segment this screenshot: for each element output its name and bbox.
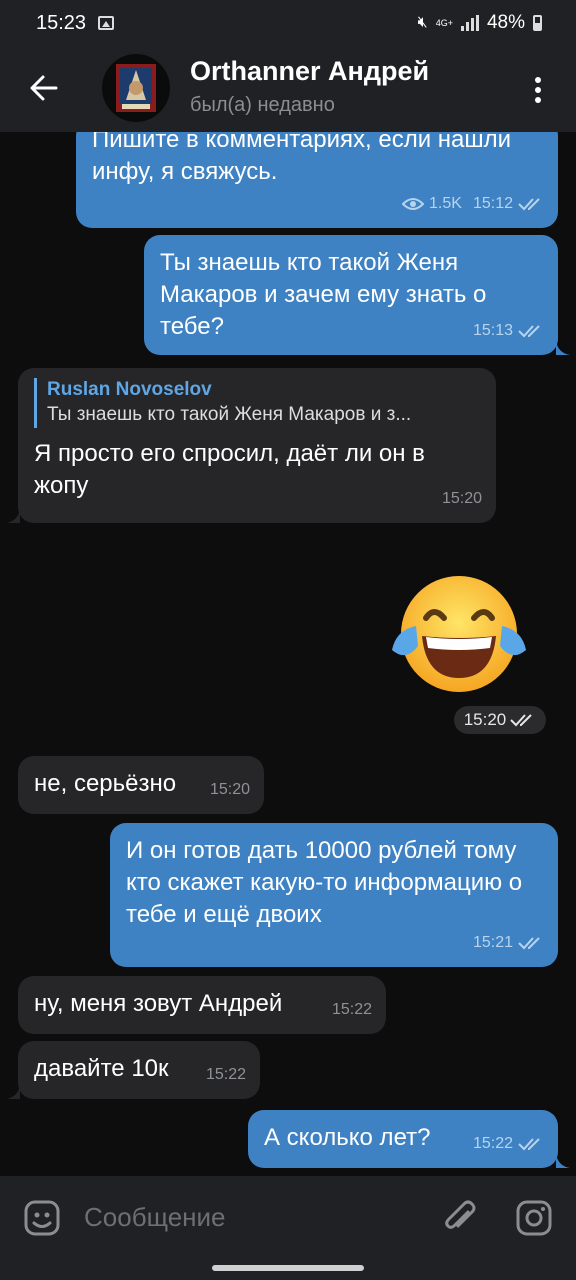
battery-percent: 48% (486, 12, 525, 33)
camera-icon[interactable] (514, 1198, 554, 1238)
signal-icon (460, 15, 479, 31)
message-incoming[interactable]: давайте 10к 15:22 (18, 1041, 260, 1099)
message-outgoing[interactable]: Пишите в комментариях, если нашли инфу, … (76, 132, 558, 228)
message-time: 15:22 (205, 1066, 246, 1083)
message-meta: 15:20 (442, 483, 482, 515)
bubble-tail (556, 341, 570, 355)
network-type-label: 4G+ (435, 17, 453, 28)
sticker-time-badge: 15:20 (454, 706, 546, 734)
avatar[interactable] (102, 54, 170, 122)
mute-icon: 🔇︎ (417, 14, 428, 31)
message-composer: Сообщение (0, 1176, 576, 1260)
message-meta: 15:22 (332, 994, 372, 1026)
image-notification-icon (98, 16, 114, 30)
message-text: Я просто его спросил, даёт ли он в жопу (34, 440, 425, 499)
message-time: 15:22 (331, 1001, 372, 1018)
chat-last-seen: был(а) недавно (190, 94, 335, 116)
message-incoming[interactable]: ну, меня зовут Андрей 15:22 (18, 976, 386, 1034)
system-navigation-bar (0, 1260, 576, 1280)
reply-author: Ruslan Novoselov (47, 379, 212, 400)
message-time: 15:13 (472, 322, 513, 339)
read-checkmarks-icon (518, 325, 540, 338)
message-time: 15:12 (472, 195, 513, 212)
message-time: 15:20 (463, 710, 507, 729)
message-incoming[interactable]: Ruslan Novoselov Ты знаешь кто такой Жен… (18, 368, 496, 523)
read-checkmarks-icon (518, 1138, 540, 1151)
message-time: 15:22 (472, 1135, 513, 1152)
chat-header: Orthanner Андрей был(а) недавно (0, 44, 576, 132)
reply-quote[interactable]: Ruslan Novoselov Ты знаешь кто такой Жен… (34, 378, 480, 428)
bubble-tail (556, 1154, 570, 1168)
back-arrow-icon[interactable] (24, 68, 64, 108)
emoji-sticker[interactable] (386, 570, 532, 698)
emoji-icon[interactable] (22, 1198, 62, 1238)
status-time: 15:23 (36, 12, 87, 34)
attach-paperclip-icon[interactable] (440, 1198, 480, 1238)
status-bar: 15:23 🔇︎ 4G+ 48% (0, 0, 576, 44)
message-text: Пишите в комментариях, если нашли инфу, … (92, 132, 512, 185)
message-meta: 15:22 (206, 1059, 246, 1091)
more-options-icon[interactable] (526, 70, 550, 110)
message-meta: 15:20 (210, 774, 250, 806)
message-meta: 15:22 (473, 1128, 544, 1160)
read-checkmarks-icon (510, 714, 532, 727)
message-input[interactable]: Сообщение (84, 1202, 226, 1233)
bubble-tail (6, 509, 20, 523)
views-eye-icon (402, 198, 425, 210)
message-outgoing[interactable]: А сколько лет? 15:22 (248, 1110, 558, 1168)
message-time: 15:20 (441, 490, 482, 507)
message-text: И он готов дать 10000 рублей тому кто ск… (126, 837, 523, 928)
message-incoming[interactable]: не, серьёзно 15:20 (18, 756, 264, 814)
message-list[interactable]: Пишите в комментариях, если нашли инфу, … (0, 132, 576, 1176)
read-checkmarks-icon (518, 198, 540, 211)
message-time: 15:20 (209, 781, 250, 798)
message-time: 15:21 (472, 934, 513, 951)
status-icons: 🔇︎ 4G+ 48% (418, 12, 542, 34)
bubble-tail (6, 1085, 20, 1099)
message-text: ну, меня зовут Андрей (34, 990, 283, 1017)
read-checkmarks-icon (518, 937, 540, 950)
message-meta: 15:21 (473, 927, 544, 959)
message-outgoing[interactable]: Ты знаешь кто такой Женя Макаров и зачем… (144, 235, 558, 355)
home-gesture-handle[interactable] (212, 1265, 364, 1271)
tears-of-joy-emoji (392, 576, 526, 692)
reply-snippet: Ты знаешь кто такой Женя Макаров и з... (47, 404, 412, 425)
view-count: 1.5K (429, 195, 462, 212)
battery-icon (533, 15, 542, 31)
chat-title[interactable]: Orthanner Андрей (190, 56, 429, 87)
message-meta: 15:13 (473, 315, 544, 347)
message-meta: 1.5K 15:12 (402, 188, 544, 220)
message-outgoing[interactable]: И он готов дать 10000 рублей тому кто ск… (110, 823, 558, 967)
